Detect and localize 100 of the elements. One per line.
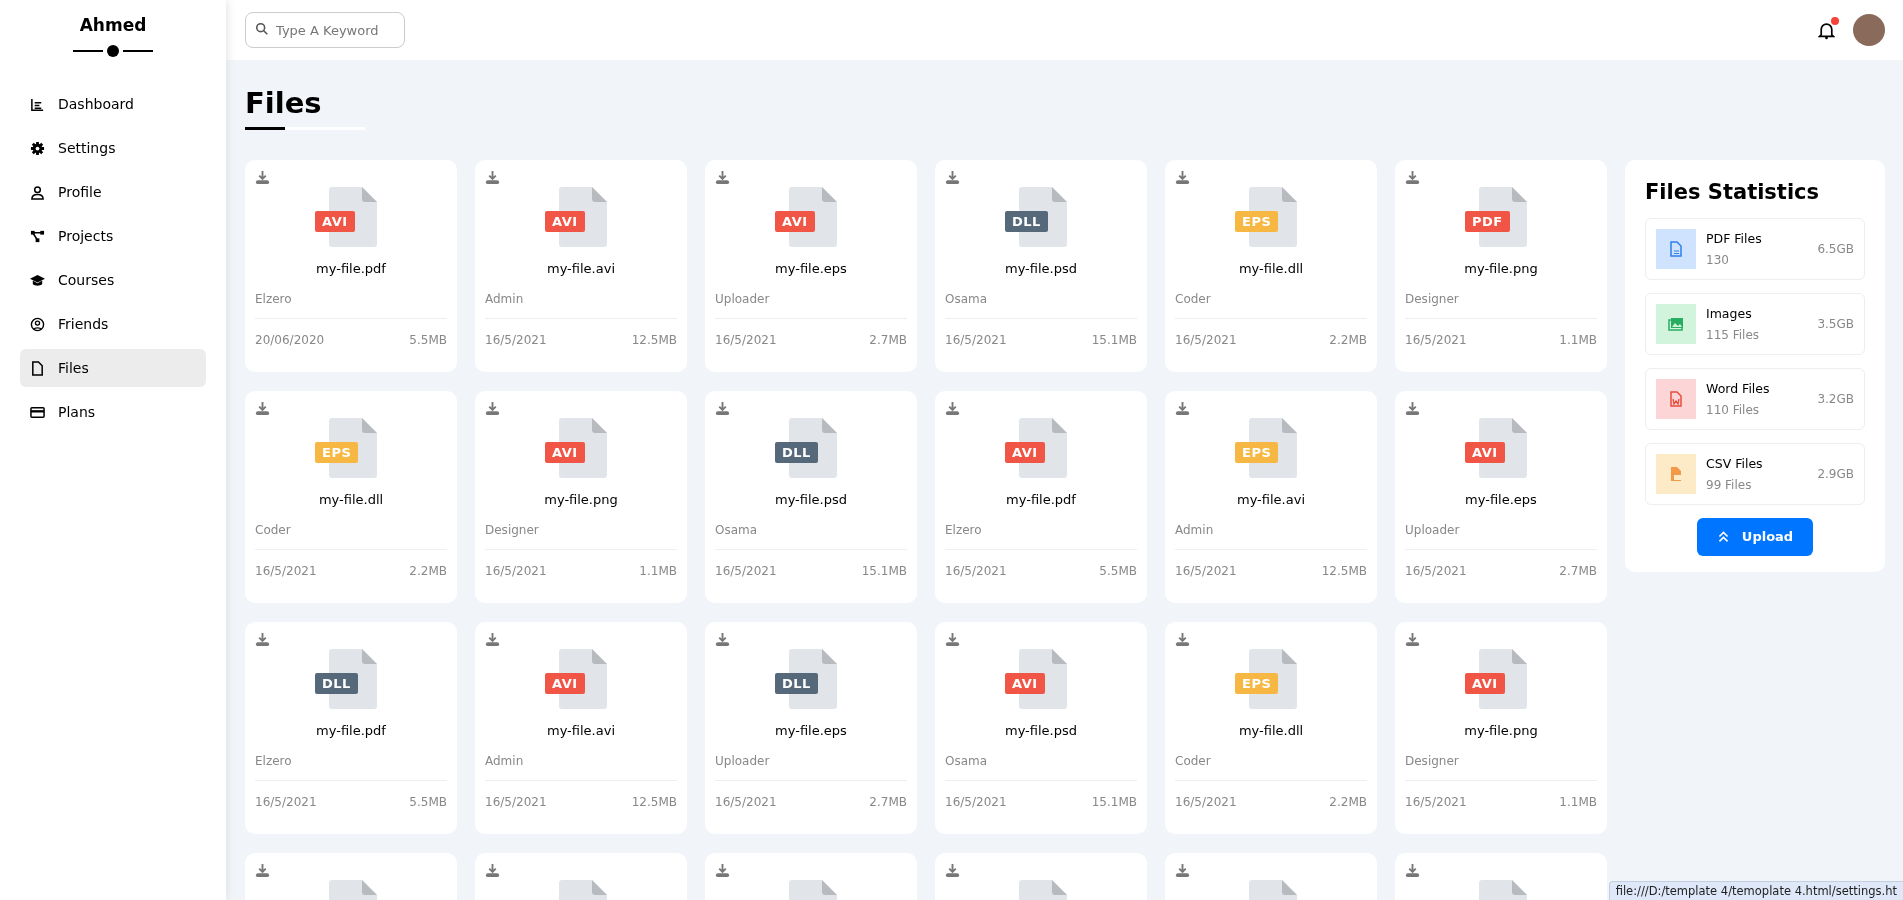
file-name: my-file.png — [1463, 260, 1539, 276]
download-icon[interactable] — [945, 631, 960, 647]
pdf-file-icon — [1668, 240, 1684, 257]
file-size: 5.5MB — [409, 794, 447, 809]
sidebar-item[interactable]: Friends — [20, 305, 206, 343]
uploader-name: Coder — [255, 522, 447, 550]
file-name: my-file.eps — [774, 260, 848, 276]
file-size: 12.5MB — [1321, 563, 1367, 578]
file-count: 110 Files — [1706, 402, 1761, 417]
bell-icon[interactable] — [1818, 20, 1835, 40]
download-icon[interactable] — [945, 400, 960, 416]
file-name: my-file.pdf — [315, 722, 387, 738]
download-icon[interactable] — [1175, 400, 1190, 416]
uploader-name: Osama — [715, 522, 907, 550]
file-date: 16/5/2021 — [715, 332, 777, 347]
file-size: 5.5MB — [1099, 563, 1137, 578]
file-date: 16/5/2021 — [715, 563, 777, 578]
download-icon[interactable] — [485, 862, 500, 878]
sidebar-item[interactable]: Files — [20, 349, 206, 387]
word-file-icon — [1668, 390, 1684, 407]
file-size: 2.7MB — [1559, 563, 1597, 578]
download-icon[interactable] — [1405, 400, 1420, 416]
file-date: 16/5/2021 — [1405, 563, 1467, 578]
file-type-badge: PDF — [1465, 210, 1510, 232]
file-name: my-file.eps — [1464, 491, 1538, 507]
stat-label: PDF Files — [1706, 230, 1763, 246]
download-icon[interactable] — [715, 169, 730, 185]
uploader-name: Osama — [945, 291, 1137, 319]
file-date: 16/5/2021 — [485, 563, 547, 578]
file-type-badge: AVI — [1465, 672, 1505, 694]
storage-size: 6.5GB — [1817, 241, 1854, 256]
sidebar-item[interactable]: Plans — [20, 393, 206, 431]
uploader-name: Coder — [1175, 291, 1367, 319]
download-icon[interactable] — [945, 169, 960, 185]
status-url: file:///D:/template 4/temoplate 4.html/settings.ht — [1608, 881, 1903, 900]
download-icon[interactable] — [1405, 169, 1420, 185]
download-icon[interactable] — [485, 400, 500, 416]
download-icon[interactable] — [945, 862, 960, 878]
file-date: 16/5/2021 — [1405, 332, 1467, 347]
search-field[interactable]: Type A Keyword — [245, 12, 405, 48]
file-name: my-file.psd — [1004, 722, 1078, 738]
file-type-badge: AVI — [545, 672, 585, 694]
file-size: 2.2MB — [409, 563, 447, 578]
search-icon — [255, 22, 269, 36]
file-type-badge: AVI — [545, 210, 585, 232]
stat-label: CSV Files — [1706, 455, 1764, 471]
file-type-badge: DLL — [315, 672, 358, 694]
file-date: 16/5/2021 — [255, 563, 317, 578]
file-name: my-file.pdf — [315, 260, 387, 276]
uploader-name: Elzero — [255, 291, 447, 319]
file-type-badge: AVI — [775, 210, 815, 232]
uploader-name: Designer — [1405, 291, 1597, 319]
file-name: my-file.png — [543, 491, 619, 507]
user-circle-icon — [30, 316, 45, 332]
file-date: 16/5/2021 — [1405, 794, 1467, 809]
file-size: 15.1MB — [861, 563, 907, 578]
download-icon[interactable] — [485, 631, 500, 647]
uploader-name: Uploader — [715, 291, 907, 319]
uploader-name: Admin — [485, 753, 677, 781]
file-size: 12.5MB — [631, 794, 677, 809]
upload-button[interactable]: Upload — [1696, 517, 1814, 556]
sidebar-item[interactable]: Dashboard — [20, 85, 206, 123]
file-date: 16/5/2021 — [485, 332, 547, 347]
download-icon[interactable] — [1175, 169, 1190, 185]
download-icon[interactable] — [715, 400, 730, 416]
sidebar-item[interactable]: Courses — [20, 261, 206, 299]
file-type-badge: EPS — [1235, 672, 1279, 694]
file-name: my-file.psd — [774, 491, 848, 507]
download-icon[interactable] — [485, 169, 500, 185]
storage-size: 3.2GB — [1817, 391, 1854, 406]
uploader-name: Elzero — [945, 522, 1137, 550]
avatar[interactable] — [1853, 14, 1885, 46]
download-icon[interactable] — [1405, 862, 1420, 878]
download-icon[interactable] — [255, 400, 270, 416]
uploader-name: Uploader — [1405, 522, 1597, 550]
file-date: 20/06/2020 — [255, 332, 325, 347]
file-type-badge: AVI — [1005, 672, 1045, 694]
file-name: my-file.png — [1463, 722, 1539, 738]
download-icon[interactable] — [715, 862, 730, 878]
download-icon[interactable] — [255, 631, 270, 647]
file-name: my-file.dll — [1237, 260, 1305, 276]
sidebar-item[interactable]: Projects — [20, 217, 206, 255]
sidebar-item[interactable]: Settings — [20, 129, 206, 167]
download-icon[interactable] — [255, 862, 270, 878]
file-size: 1.1MB — [1559, 794, 1597, 809]
file-date: 16/5/2021 — [255, 794, 317, 809]
file-size: 15.1MB — [1091, 332, 1137, 347]
file-type-badge: DLL — [1005, 210, 1048, 232]
download-icon[interactable] — [1175, 862, 1190, 878]
sidebar-item[interactable]: Profile — [20, 173, 206, 211]
download-icon[interactable] — [1175, 631, 1190, 647]
file-name: my-file.dll — [1237, 722, 1305, 738]
file-icon — [30, 360, 45, 376]
panel-title: Files Statistics — [1645, 179, 1821, 204]
chart-icon — [30, 96, 45, 112]
download-icon[interactable] — [255, 169, 270, 185]
file-type-badge: AVI — [315, 210, 355, 232]
download-icon[interactable] — [1405, 631, 1420, 647]
download-icon[interactable] — [715, 631, 730, 647]
file-count: 130 — [1706, 252, 1730, 267]
